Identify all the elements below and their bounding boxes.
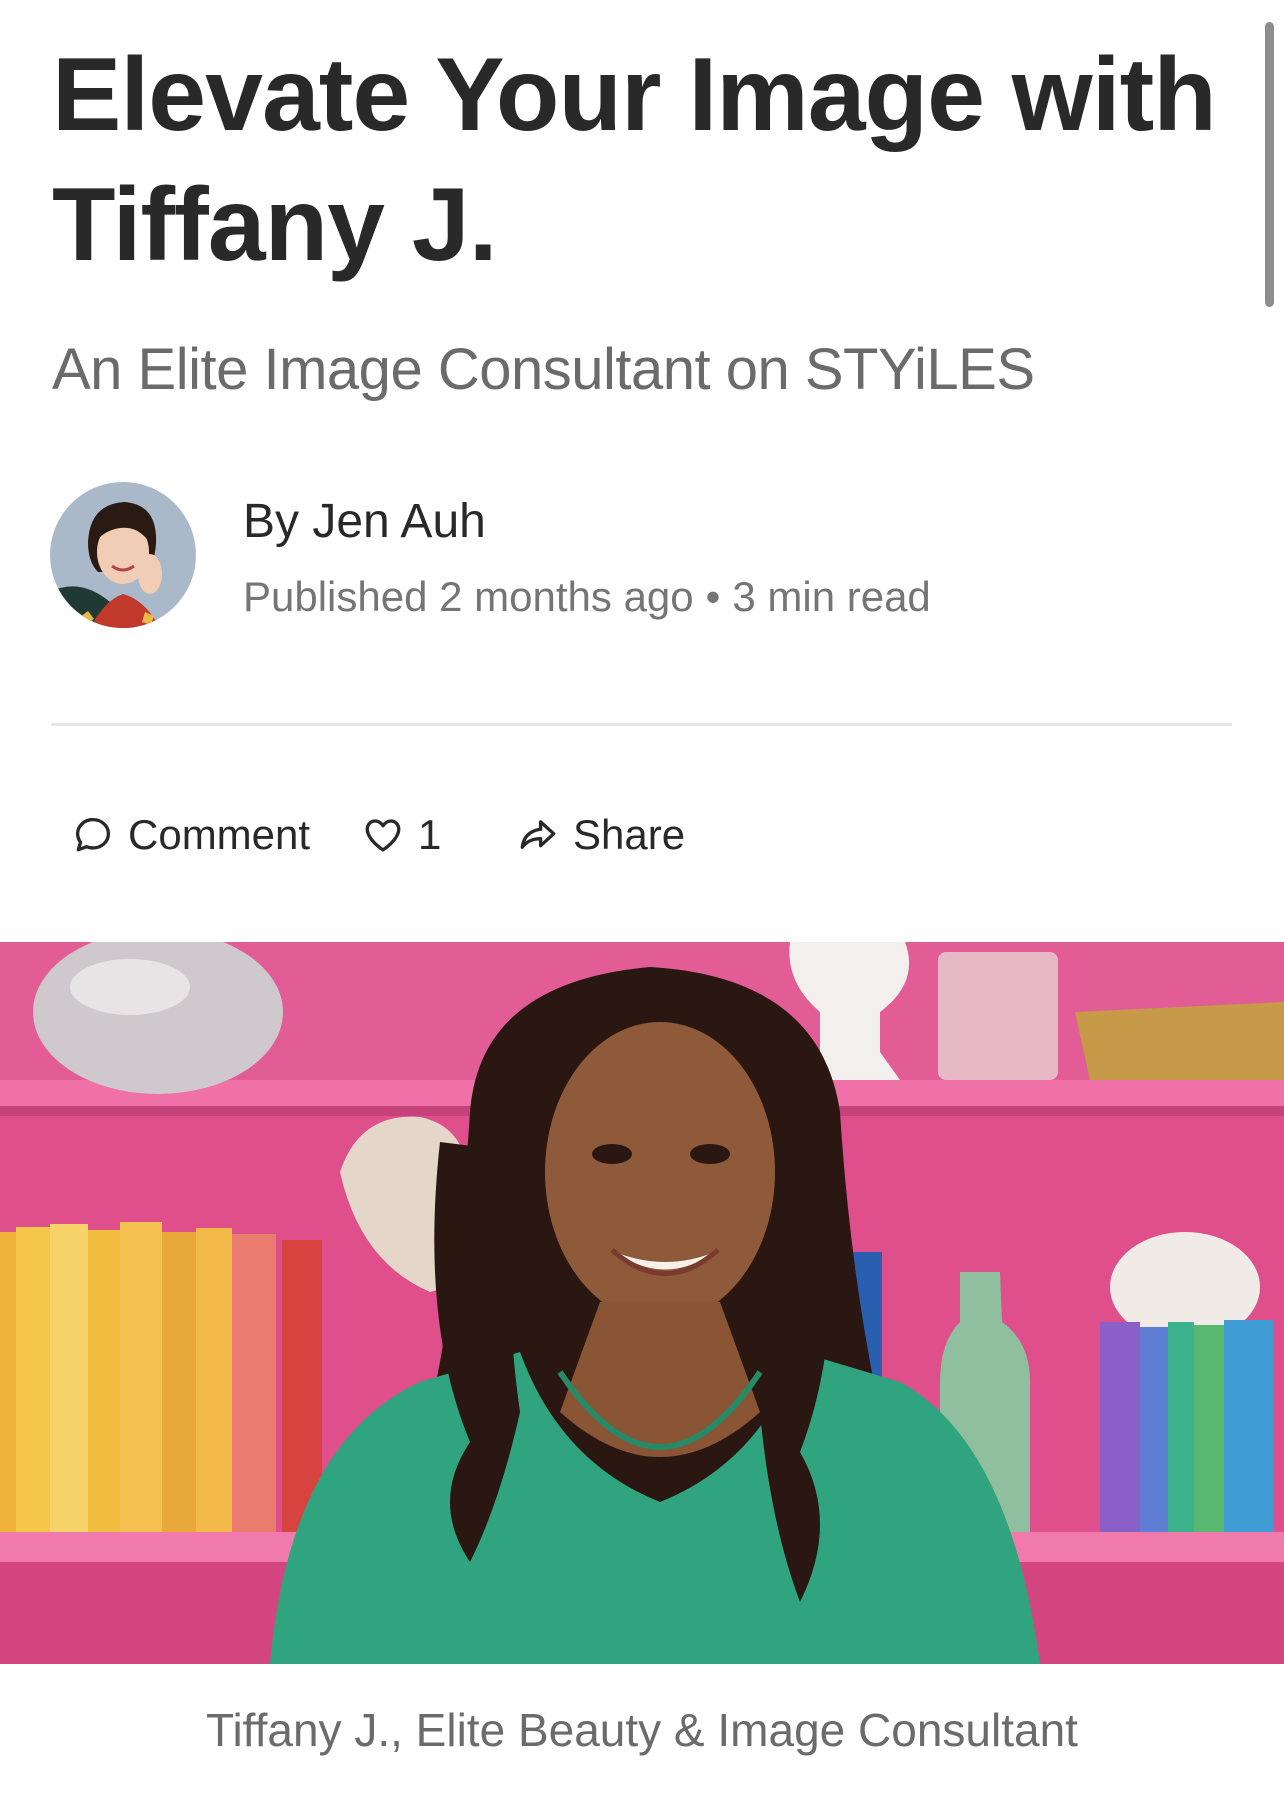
article-title: Elevate Your Image with Tiffany J.: [52, 37, 1217, 283]
article-subtitle: An Elite Image Consultant on STYiLES: [52, 337, 1035, 402]
hero-image: [0, 942, 1284, 1664]
author-avatar[interactable]: [50, 482, 196, 628]
comment-label: Comment: [128, 811, 311, 858]
meta-separator: •: [705, 573, 721, 620]
scrollbar[interactable]: [1265, 22, 1274, 307]
author-name[interactable]: By Jen Auh: [243, 493, 486, 551]
heart-icon: [362, 814, 404, 856]
divider: [51, 723, 1232, 726]
hero-photo: [0, 942, 1284, 1664]
comment-bubble-icon: [72, 814, 114, 856]
comment-button[interactable]: Comment: [72, 800, 310, 870]
share-arrow-icon: [517, 814, 559, 856]
author-avatar-image: [50, 482, 196, 628]
like-button[interactable]: 1: [362, 800, 441, 870]
share-label: Share: [573, 811, 686, 858]
read-time: 3 min read: [732, 573, 931, 620]
article-meta: Published 2 months ago • 3 min read: [243, 569, 931, 625]
image-caption: Tiffany J., Elite Beauty & Image Consult…: [206, 1704, 1078, 1756]
share-button[interactable]: Share: [517, 800, 685, 870]
like-count: 1: [418, 811, 442, 858]
published-time: Published 2 months ago: [243, 573, 694, 620]
